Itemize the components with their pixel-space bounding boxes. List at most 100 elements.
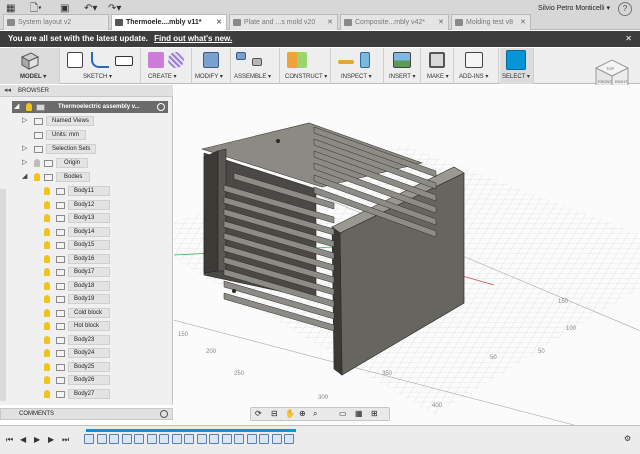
- create-group[interactable]: CREATE ▾: [142, 48, 192, 84]
- visibility-bulb-icon[interactable]: [44, 362, 50, 371]
- expand-caret-icon[interactable]: ◢: [22, 171, 27, 183]
- visibility-bulb-icon[interactable]: [44, 214, 50, 222]
- browser-item-selection-sets[interactable]: ▷ Selection Sets: [20, 143, 160, 155]
- body-item[interactable]: Body15: [40, 239, 160, 251]
- visibility-bulb-icon[interactable]: [44, 241, 50, 249]
- play-icon[interactable]: ▶: [34, 435, 40, 444]
- modify-group[interactable]: MODIFY ▾: [193, 48, 231, 84]
- visibility-bulb-icon[interactable]: [34, 173, 40, 181]
- tab-system-layout[interactable]: System layout v2: [3, 14, 109, 30]
- timeline-feature-icon[interactable]: [284, 434, 294, 444]
- visibility-bulb-icon[interactable]: [44, 349, 50, 357]
- body-item[interactable]: Body11: [40, 185, 160, 197]
- inspect-group[interactable]: INSPECT ▾: [332, 48, 384, 84]
- make-group[interactable]: MAKE ▾: [422, 48, 454, 84]
- timeline-feature-icon[interactable]: [134, 434, 144, 444]
- new-component-icon[interactable]: [236, 52, 246, 60]
- body-item[interactable]: Body16: [40, 253, 160, 265]
- workspace-switcher[interactable]: MODEL ▾: [0, 48, 60, 84]
- comments-toggle-icon[interactable]: [160, 410, 168, 418]
- pan-icon[interactable]: ✋: [285, 409, 295, 418]
- cube-right-face[interactable]: RIGHT: [615, 79, 628, 84]
- close-tab-icon[interactable]: ✕: [216, 15, 222, 30]
- visibility-bulb-icon[interactable]: [44, 254, 50, 263]
- timeline-feature-icon[interactable]: [234, 434, 244, 444]
- body-item[interactable]: Cold block: [40, 307, 160, 319]
- root-component[interactable]: ◢ Thermoelectric assembly v...: [12, 101, 168, 113]
- go-to-end-icon[interactable]: ⏭: [62, 435, 69, 445]
- visibility-bulb-icon[interactable]: [26, 103, 32, 111]
- offset-plane-icon[interactable]: [287, 52, 307, 68]
- scripts-addins-icon[interactable]: [465, 52, 483, 68]
- timeline-feature-icon[interactable]: [96, 434, 107, 444]
- step-forward-icon[interactable]: ▶: [48, 435, 54, 444]
- browser-item-named-views[interactable]: ▷ Named Views: [20, 115, 160, 127]
- extrude-icon[interactable]: [148, 52, 164, 68]
- visibility-bulb-icon[interactable]: [44, 322, 50, 330]
- user-account-menu[interactable]: Silvio Petro Monticelli ▾: [538, 4, 610, 12]
- body-item[interactable]: Body17: [40, 266, 160, 278]
- body-item[interactable]: Body14: [40, 226, 160, 238]
- sketch-group[interactable]: SKETCH ▾: [61, 48, 141, 84]
- select-cursor-icon[interactable]: [506, 50, 526, 70]
- tab-composite-assembly[interactable]: Composite...mbly v42* ✕: [340, 14, 449, 30]
- arc-icon[interactable]: [91, 52, 109, 68]
- body-item[interactable]: Hot block: [40, 320, 160, 332]
- select-group[interactable]: SELECT ▾: [500, 48, 534, 84]
- visibility-bulb-icon[interactable]: [44, 187, 50, 195]
- orbit-icon[interactable]: ⟳: [255, 409, 262, 418]
- visibility-bulb-icon[interactable]: [44, 335, 50, 344]
- expand-caret-icon[interactable]: ◢: [14, 101, 19, 113]
- browser-item-units[interactable]: Units: mm: [20, 129, 160, 141]
- body-item[interactable]: Body13: [40, 212, 160, 224]
- zoom-icon[interactable]: ⊕: [299, 409, 306, 418]
- insert-group[interactable]: INSERT ▾: [385, 48, 421, 84]
- expand-caret-icon[interactable]: ▷: [22, 157, 27, 169]
- body-item[interactable]: Body19: [40, 293, 160, 305]
- body-item[interactable]: Body25: [40, 361, 160, 373]
- tab-molding-test[interactable]: Molding test v8 ✕: [451, 14, 531, 30]
- look-at-icon[interactable]: ⊟: [271, 409, 278, 418]
- expand-caret-icon[interactable]: ▷: [22, 115, 27, 127]
- visibility-bulb-icon[interactable]: [34, 159, 40, 167]
- cube-top-face[interactable]: TOP: [606, 66, 614, 71]
- display-settings-icon[interactable]: ▭: [339, 409, 347, 418]
- insert-image-icon[interactable]: [393, 52, 411, 68]
- add-ins-group[interactable]: ADD-INS ▾: [455, 48, 499, 84]
- assemble-group[interactable]: ASSEMBLE ▾: [232, 48, 280, 84]
- expand-caret-icon[interactable]: ▷: [22, 143, 27, 155]
- close-tab-icon[interactable]: ✕: [327, 15, 333, 30]
- timeline-feature-icon[interactable]: [221, 434, 232, 444]
- whats-new-link[interactable]: Find out what's new.: [154, 34, 232, 43]
- timeline-feature-icon[interactable]: [246, 434, 257, 444]
- close-notification-icon[interactable]: ✕: [625, 31, 632, 47]
- visibility-bulb-icon[interactable]: [44, 200, 50, 209]
- browser-item-origin[interactable]: ▷ Origin: [20, 157, 160, 169]
- joint-icon[interactable]: [252, 58, 262, 66]
- activate-radio-icon[interactable]: [157, 103, 165, 111]
- close-tab-icon[interactable]: ✕: [520, 15, 526, 30]
- visibility-bulb-icon[interactable]: [44, 389, 50, 398]
- timeline-feature-icon[interactable]: [259, 434, 269, 444]
- tab-plate-mold[interactable]: Plate and ...s mold v20 ✕: [229, 14, 338, 30]
- design-viewport[interactable]: 150 100 50 50 150 200 250 300 350 400: [174, 85, 640, 425]
- construct-group[interactable]: CONSTRUCT ▾: [281, 48, 331, 84]
- body-item[interactable]: Body27: [40, 388, 160, 400]
- browser-header[interactable]: ◂◂ BROWSER: [0, 85, 173, 97]
- timeline-settings-icon[interactable]: ⚙: [624, 434, 631, 443]
- go-to-start-icon[interactable]: ⏮: [6, 435, 13, 445]
- collapse-browser-icon[interactable]: ◂◂: [4, 85, 11, 97]
- fit-icon[interactable]: ⌕: [313, 409, 317, 419]
- step-back-icon[interactable]: ◀: [20, 435, 26, 444]
- timeline-feature-icon[interactable]: [271, 434, 282, 444]
- body-item[interactable]: Body12: [40, 199, 160, 211]
- form-icon[interactable]: [168, 52, 184, 68]
- visibility-bulb-icon[interactable]: [44, 308, 50, 317]
- press-pull-icon[interactable]: [203, 52, 219, 68]
- 3d-print-icon[interactable]: [429, 52, 445, 68]
- close-tab-icon[interactable]: ✕: [438, 15, 444, 30]
- timeline-feature-icon[interactable]: [121, 434, 132, 444]
- timeline-feature-icon[interactable]: [109, 434, 119, 444]
- body-item[interactable]: Body23: [40, 334, 160, 346]
- timeline-feature-icon[interactable]: [184, 434, 194, 444]
